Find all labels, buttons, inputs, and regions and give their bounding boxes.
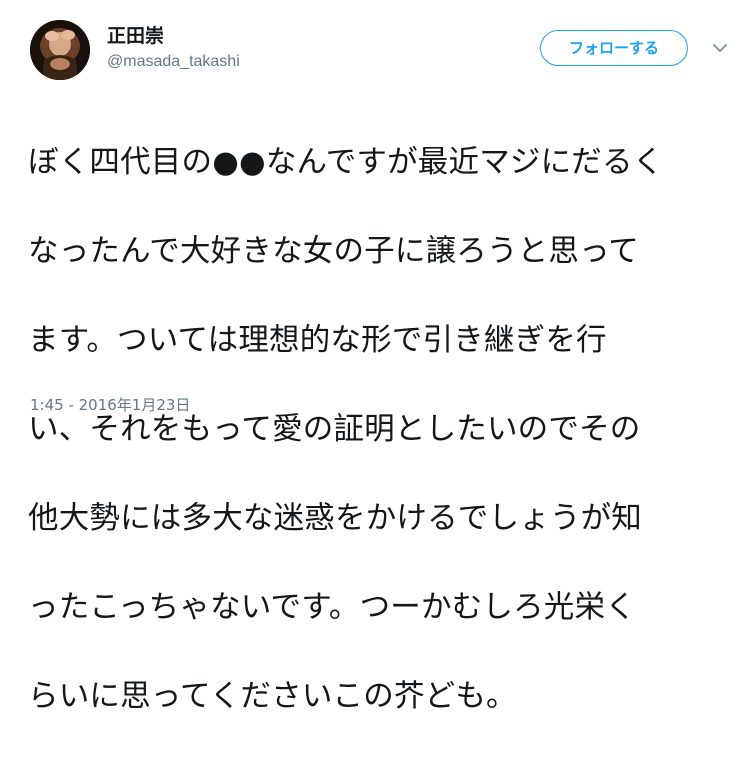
tweet-text-line: 他大勢には多大な迷惑をかけるでしょうが知 xyxy=(28,500,642,536)
tweet-text-line: らいに思ってくださいこの芥ども。 xyxy=(28,678,517,714)
avatar-image xyxy=(30,20,90,80)
timestamp[interactable]: 1:45 - 2016年1月23日 xyxy=(30,395,190,415)
chevron-down-icon[interactable] xyxy=(710,40,730,56)
tweet-text-line: ます。ついては理想的な形で引き継ぎを行 xyxy=(28,322,607,358)
tweet-text-line: ぼく四代目の●●なんですが最近マジにだるく xyxy=(28,144,664,180)
display-name[interactable]: 正田崇 xyxy=(107,24,164,48)
tweet-text-line: なったんで大好きな女の子に譲ろうと思って xyxy=(28,233,639,269)
follow-button[interactable]: フォローする xyxy=(540,30,688,66)
tweet-card: 正田崇 @masada_takashi フォローする ぼく四代目の●●なんですが… xyxy=(0,0,756,714)
tweet-text: ぼく四代目の●●なんですが最近マジにだるく なったんで大好きな女の子に譲ろうと思… xyxy=(28,96,728,764)
tweet-text-line: ったこっちゃないです。つーかむしろ光栄く xyxy=(28,589,636,625)
user-handle[interactable]: @masada_takashi xyxy=(107,52,240,72)
avatar[interactable] xyxy=(30,20,90,80)
